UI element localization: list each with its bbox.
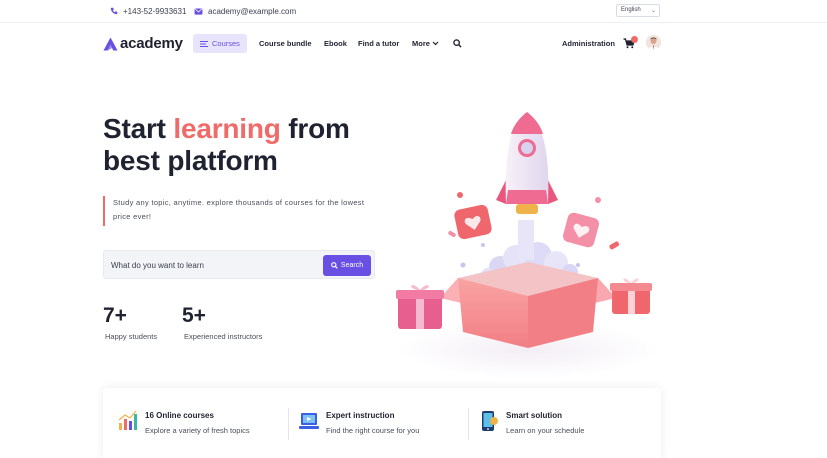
phone-icon bbox=[110, 7, 118, 15]
search-icon bbox=[453, 39, 462, 48]
bar-chart-icon bbox=[118, 410, 137, 430]
mobile-phone-icon bbox=[482, 411, 498, 431]
nav-administration[interactable]: Administration bbox=[562, 34, 615, 53]
feature-expert-instruction-title: Expert instruction bbox=[326, 411, 395, 420]
phone-contact[interactable]: +143-52-9933631 bbox=[110, 5, 186, 17]
hero-description: Study any topic, anytime. explore thousa… bbox=[103, 196, 383, 226]
feature-smart-solution-title: Smart solution bbox=[506, 411, 563, 420]
feature-smart-solution: Smart solution Learn on your schedule bbox=[464, 406, 649, 442]
rocket-box-illustration bbox=[396, 112, 658, 378]
video-laptop-icon bbox=[299, 413, 319, 429]
feature-online-courses-title: 16 Online courses bbox=[145, 411, 214, 420]
chevron-down-icon: ⌄ bbox=[650, 8, 656, 14]
nav-search-button[interactable] bbox=[453, 34, 462, 53]
menu-icon bbox=[200, 40, 208, 47]
feature-online-courses: 16 Online courses Explore a variety of f… bbox=[103, 406, 288, 442]
hero-search-button[interactable]: Search bbox=[323, 255, 371, 276]
hero-title-start: Start bbox=[103, 113, 174, 144]
cart-badge bbox=[631, 36, 638, 43]
email-address: academy@example.com bbox=[208, 6, 297, 16]
feature-smart-solution-desc: Learn on your schedule bbox=[506, 426, 585, 435]
features-bar: 16 Online courses Explore a variety of f… bbox=[103, 388, 661, 458]
main-navbar: academy Courses Course bundle Ebook Find… bbox=[0, 24, 827, 64]
top-bar: +143-52-9933631 academy@example.com Engl… bbox=[0, 0, 827, 23]
phone-number: +143-52-9933631 bbox=[123, 6, 187, 16]
hero-search-button-label: Search bbox=[340, 262, 364, 269]
language-select[interactable]: English ⌄ bbox=[616, 4, 660, 17]
avatar[interactable] bbox=[646, 35, 661, 50]
search-icon bbox=[331, 262, 338, 269]
stat-instructors-label: Experienced instructors bbox=[184, 332, 263, 341]
nav-more-label: More bbox=[412, 39, 430, 48]
nav-find-tutor[interactable]: Find a tutor bbox=[358, 34, 399, 53]
hero-illustration bbox=[388, 100, 668, 385]
language-value: English bbox=[621, 7, 641, 13]
feature-expert-instruction-desc: Find the right course for you bbox=[326, 426, 420, 435]
nav-administration-label: Administration bbox=[562, 39, 615, 48]
nav-courses[interactable]: Courses bbox=[193, 34, 247, 53]
nav-ebook[interactable]: Ebook bbox=[324, 34, 347, 53]
stat-students-label: Happy students bbox=[105, 332, 158, 341]
logo[interactable]: academy bbox=[103, 35, 183, 52]
hero-title: Start learning from best platform bbox=[103, 113, 393, 177]
hero-search-box: Search bbox=[103, 250, 375, 279]
hero-search-input[interactable] bbox=[111, 258, 311, 272]
mail-icon bbox=[194, 7, 203, 15]
nav-course-bundle-label: Course bundle bbox=[259, 39, 312, 48]
chevron-down-icon bbox=[432, 41, 439, 46]
stat-instructors-value: 5+ bbox=[182, 304, 206, 327]
feature-online-courses-desc: Explore a variety of fresh topics bbox=[145, 426, 250, 435]
nav-courses-label: Courses bbox=[212, 39, 240, 48]
hero-title-highlight: learning bbox=[173, 113, 281, 144]
stat-students-value: 7+ bbox=[103, 304, 127, 327]
logo-icon bbox=[103, 37, 118, 50]
logo-text: academy bbox=[120, 35, 183, 52]
nav-ebook-label: Ebook bbox=[324, 39, 347, 48]
user-avatar-icon bbox=[646, 35, 661, 50]
nav-find-tutor-label: Find a tutor bbox=[358, 39, 400, 48]
feature-expert-instruction: Expert instruction Find the right course… bbox=[284, 406, 469, 442]
nav-course-bundle[interactable]: Course bundle bbox=[259, 34, 312, 53]
email-contact[interactable]: academy@example.com bbox=[194, 5, 296, 17]
nav-more[interactable]: More bbox=[412, 34, 439, 53]
